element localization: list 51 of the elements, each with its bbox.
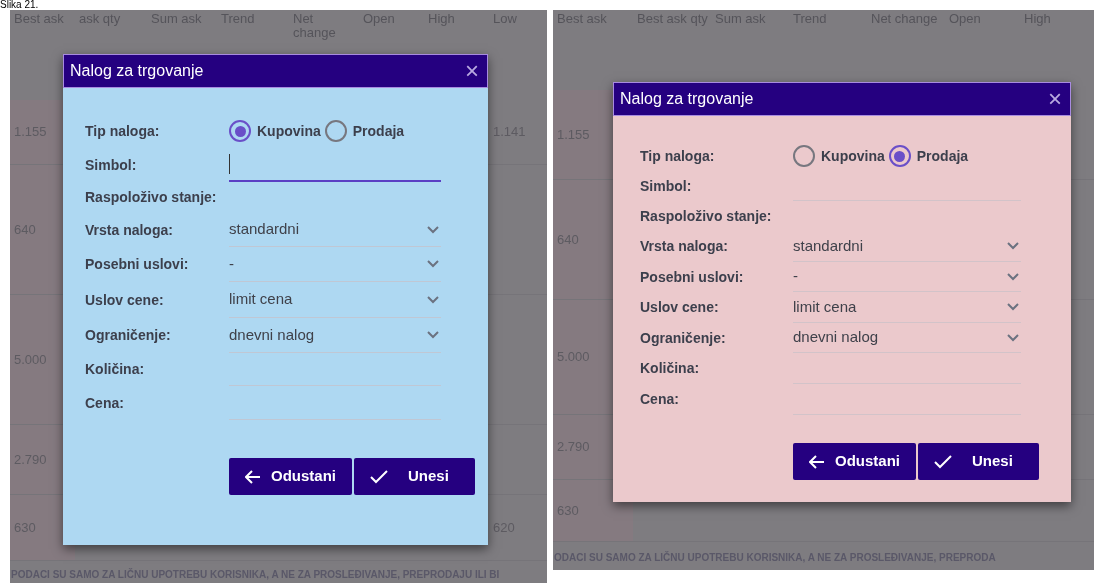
- field-label: Cena:: [85, 393, 125, 413]
- dropdown[interactable]: dnevni nalog: [229, 318, 441, 353]
- dialog-title: Nalog za trgovanje: [70, 61, 204, 81]
- field-label: Uslov cene:: [640, 298, 720, 317]
- arrow-left-icon: [809, 454, 825, 469]
- field-label: Količina:: [85, 360, 146, 379]
- field-label: Simbol:: [640, 176, 693, 196]
- close-button[interactable]: ×: [1046, 87, 1064, 111]
- arrow-left-icon: [245, 469, 261, 484]
- radio-option[interactable]: Kupovina: [229, 120, 321, 142]
- chevron-down-icon: [427, 295, 439, 304]
- checkmark-icon: [934, 454, 952, 469]
- field-label: Ograničenje:: [85, 326, 172, 345]
- radio-option[interactable]: Kupovina: [793, 145, 885, 167]
- chevron-down-icon: [1007, 272, 1019, 281]
- dropdown[interactable]: limit cena: [229, 282, 441, 318]
- dropdown[interactable]: standardni: [229, 213, 441, 247]
- field-label: Ograničenje:: [640, 328, 727, 348]
- chevron-down-icon: [1007, 303, 1019, 311]
- field-label: Vrsta naloga:: [85, 220, 174, 240]
- field-label: Vrsta naloga:: [640, 237, 729, 256]
- dropdown[interactable]: limit cena: [793, 292, 1021, 323]
- dropdown[interactable]: -: [229, 247, 441, 282]
- chevron-down-icon: [427, 331, 439, 339]
- field-label: Posebni uslovi:: [640, 267, 745, 287]
- checkmark-icon: [370, 469, 388, 484]
- field-label: Simbol:: [85, 155, 138, 175]
- radio-option[interactable]: Prodaja: [888, 145, 969, 167]
- field-label: Količina:: [640, 359, 701, 378]
- dialog-title: Nalog za trgovanje: [620, 89, 754, 109]
- chevron-down-icon: [1007, 333, 1019, 342]
- field-label: Cena:: [640, 390, 680, 409]
- submit-button[interactable]: Unesi: [918, 443, 1039, 480]
- cancel-button[interactable]: Odustani: [229, 458, 352, 495]
- cancel-button[interactable]: Odustani: [793, 443, 916, 480]
- dropdown[interactable]: standardni: [793, 231, 1021, 262]
- chevron-down-icon: [427, 225, 439, 234]
- figure-caption: Slika 21.: [0, 0, 39, 10]
- field-label: Tip naloga:: [85, 121, 161, 141]
- close-button[interactable]: ×: [463, 59, 481, 83]
- field-label: Raspoloživo stanje:: [85, 188, 218, 207]
- field-label: Raspoloživo stanje:: [640, 206, 773, 226]
- field-label: Posebni uslovi:: [85, 255, 190, 274]
- chevron-down-icon: [1007, 242, 1019, 250]
- dropdown[interactable]: -: [793, 262, 1021, 292]
- submit-button[interactable]: Unesi: [354, 458, 475, 495]
- dropdown[interactable]: dnevni nalog: [793, 323, 1021, 353]
- radio-option[interactable]: Prodaja: [324, 120, 405, 142]
- chevron-down-icon: [427, 260, 439, 268]
- field-label: Uslov cene:: [85, 290, 165, 310]
- field-label: Tip naloga:: [640, 146, 716, 166]
